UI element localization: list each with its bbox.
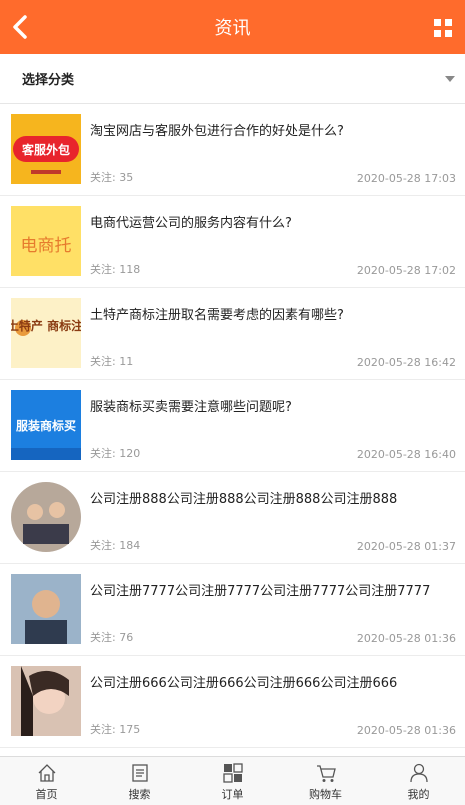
article-date: 2020-05-28 16:40 <box>356 448 456 461</box>
tab-home[interactable]: 首页 <box>0 757 93 805</box>
article-title: 公司注册888公司注册888公司注册888公司注册888 <box>90 492 398 507</box>
tab-label: 购物车 <box>309 788 342 801</box>
article-list: 客服外包 淘宝网店与客服外包进行合作的好处是什么? 关注: 35 2020-05… <box>0 104 465 756</box>
category-filter-select[interactable]: 选择分类 <box>0 54 465 104</box>
svg-text:客服外包: 客服外包 <box>21 142 70 157</box>
article-item[interactable]: 电商托 电商代运营公司的服务内容有什么? 关注: 118 2020-05-28 … <box>0 196 465 288</box>
home-icon <box>38 764 55 782</box>
article-title: 淘宝网店与客服外包进行合作的好处是什么? <box>90 124 344 139</box>
article-title: 土特产商标注册取名需要考虑的因素有哪些? <box>90 308 344 323</box>
tab-cart[interactable]: 购物车 <box>279 757 372 805</box>
article-follows: 关注: 76 <box>90 631 134 644</box>
article-follows: 关注: 11 <box>90 355 134 368</box>
article-item[interactable]: 客服外包 淘宝网店与客服外包进行合作的好处是什么? 关注: 35 2020-05… <box>0 104 465 196</box>
grid-menu-icon[interactable] <box>433 18 453 38</box>
article-follows: 关注: 175 <box>90 723 141 736</box>
article-title: 公司注册7777公司注册7777公司注册7777公司注册7777 <box>90 584 431 599</box>
article-thumbnail: 土特产 商标注册 <box>11 298 81 368</box>
article-thumbnail <box>11 482 81 552</box>
article-follows: 关注: 118 <box>90 263 141 276</box>
svg-text:土特产 商标注册: 土特产 商标注册 <box>11 318 81 333</box>
article-date: 2020-05-28 01:37 <box>356 540 456 553</box>
article-date: 2020-05-28 16:42 <box>356 356 456 369</box>
article-date: 2020-05-28 17:03 <box>356 172 456 185</box>
tab-search[interactable]: 搜索 <box>93 757 186 805</box>
document-icon <box>131 764 148 782</box>
grid-squares-icon <box>222 763 243 783</box>
article-item[interactable]: 公司注册666公司注册666公司注册666公司注册666 关注: 175 202… <box>0 656 465 748</box>
article-thumbnail: 客服外包 <box>11 114 81 184</box>
svg-text:电商托: 电商托 <box>21 236 72 256</box>
article-item[interactable]: 公司注册888公司注册888公司注册888公司注册888 关注: 184 202… <box>0 472 465 564</box>
article-thumbnail <box>11 666 81 736</box>
article-title: 电商代运营公司的服务内容有什么? <box>90 216 292 231</box>
page-title: 资讯 <box>214 18 251 39</box>
article-date: 2020-05-28 17:02 <box>356 264 456 277</box>
article-follows: 关注: 35 <box>90 171 134 184</box>
caret-down-icon <box>445 76 455 82</box>
article-date: 2020-05-28 01:36 <box>356 724 456 737</box>
article-thumbnail: 电商托 <box>11 206 81 276</box>
category-filter-label: 选择分类 <box>22 73 75 88</box>
article-thumbnail <box>11 574 81 644</box>
tab-label: 首页 <box>35 788 58 801</box>
tab-label: 搜索 <box>128 788 151 801</box>
svg-text:服装商标买: 服装商标买 <box>16 418 76 433</box>
article-thumbnail: 服装商标买 <box>11 390 81 460</box>
article-item[interactable]: 服装商标买 服装商标买卖需要注意哪些问题呢? 关注: 120 2020-05-2… <box>0 380 465 472</box>
article-title: 公司注册666公司注册666公司注册666公司注册666 <box>90 676 398 691</box>
bottom-tab-bar: 首页 搜索 订单 购物车 我的 <box>0 756 465 805</box>
tab-orders[interactable]: 订单 <box>186 757 279 805</box>
article-date: 2020-05-28 01:36 <box>356 632 456 645</box>
top-nav-bar: 资讯 <box>0 0 465 54</box>
tab-label: 订单 <box>221 788 244 801</box>
tab-mine[interactable]: 我的 <box>372 757 465 805</box>
article-item[interactable]: 土特产 商标注册 土特产商标注册取名需要考虑的因素有哪些? 关注: 11 202… <box>0 288 465 380</box>
back-chevron-left-icon[interactable] <box>8 14 34 40</box>
tab-label: 我的 <box>407 788 430 801</box>
cart-icon <box>316 765 336 782</box>
article-follows: 关注: 184 <box>90 539 141 552</box>
article-title: 服装商标买卖需要注意哪些问题呢? <box>90 400 292 415</box>
article-follows: 关注: 120 <box>90 447 141 460</box>
article-item[interactable]: 公司注册7777公司注册7777公司注册7777公司注册7777 关注: 76 … <box>0 564 465 656</box>
user-icon <box>409 763 428 783</box>
